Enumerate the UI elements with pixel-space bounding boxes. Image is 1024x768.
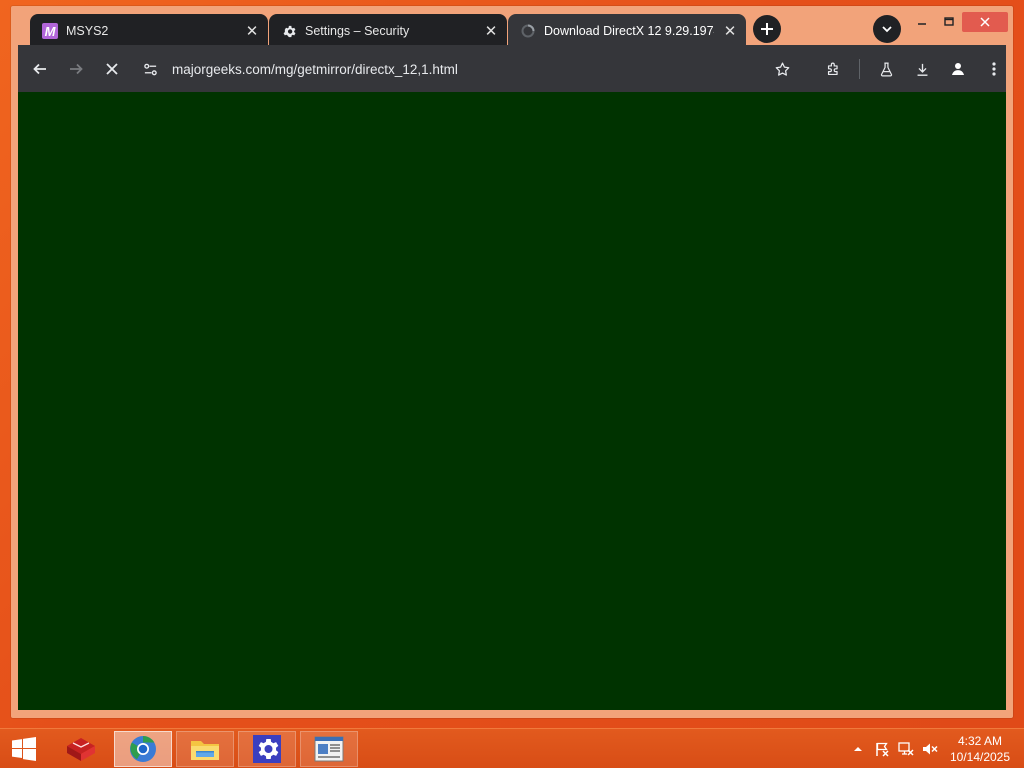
stop-loading-button[interactable] [100, 57, 124, 81]
close-icon[interactable]: ✕ [720, 21, 740, 41]
settings-gear-icon [253, 735, 281, 763]
person-icon [952, 63, 964, 75]
forward-button[interactable] [64, 57, 88, 81]
tab-title: Settings – Security [305, 24, 410, 38]
plus-icon [761, 23, 773, 35]
close-icon [980, 17, 990, 27]
gear-icon [281, 23, 297, 39]
loading-spinner-icon [520, 23, 536, 39]
close-window-button[interactable] [962, 12, 1008, 32]
puzzle-piece-icon [827, 62, 838, 75]
browser-window: M MSYS2 ✕ Settings – Security ✕ Download… [11, 6, 1013, 718]
tab-msys2[interactable]: M MSYS2 ✕ [30, 14, 268, 48]
downloads-button[interactable] [910, 57, 934, 81]
document-window-icon [314, 736, 344, 762]
red-box-app-icon [67, 738, 95, 761]
maximize-icon [944, 17, 954, 26]
network-disconnected-icon[interactable] [898, 741, 914, 757]
browser-menu-button[interactable] [982, 57, 1006, 81]
address-bar-url[interactable]: majorgeeks.com/mg/getmirror/directx_12,1… [172, 62, 458, 77]
chevron-down-icon [882, 26, 892, 33]
minimize-icon [918, 23, 926, 25]
clock-date: 10/14/2025 [949, 750, 1011, 764]
svg-text:M: M [45, 24, 57, 39]
new-tab-button[interactable] [753, 15, 781, 43]
back-button[interactable] [28, 57, 52, 81]
tab-title: Download DirectX 12 9.29.1974 [544, 24, 714, 38]
tab-strip: M MSYS2 ✕ Settings – Security ✕ Download… [11, 6, 1013, 48]
taskbar: 4:32 AM 10/14/2025 [0, 728, 1024, 768]
tab-download-directx[interactable]: Download DirectX 12 9.29.1974 ✕ [508, 14, 746, 48]
taskbar-app-file-explorer[interactable] [176, 731, 234, 767]
volume-muted-icon[interactable] [922, 741, 938, 757]
flask-icon [880, 62, 892, 76]
extensions-button[interactable] [821, 57, 845, 81]
tab-title: MSYS2 [66, 24, 109, 38]
chevron-up-icon [854, 747, 862, 751]
taskbar-app-chrome[interactable] [114, 731, 172, 767]
star-icon [775, 61, 789, 76]
tab-settings-security[interactable]: Settings – Security ✕ [269, 14, 507, 48]
action-center-flag-icon[interactable] [874, 741, 890, 757]
close-icon [106, 63, 118, 75]
taskbar-clock[interactable]: 4:32 AM 10/14/2025 [944, 733, 1016, 765]
browser-toolbar: majorgeeks.com/mg/getmirror/directx_12,1… [18, 45, 1006, 92]
minimize-button[interactable] [908, 12, 936, 32]
page-content[interactable] [18, 92, 1006, 710]
arrow-left-icon [33, 63, 46, 75]
labs-button[interactable] [874, 57, 898, 81]
profile-button[interactable] [946, 57, 970, 81]
folder-icon [191, 741, 219, 760]
chrome-browser-icon [130, 735, 156, 762]
msys2-logo-icon: M [42, 23, 58, 39]
bookmark-star-button[interactable] [770, 57, 794, 81]
maximize-button[interactable] [935, 12, 963, 32]
kebab-menu-icon [992, 62, 996, 76]
taskbar-app-document-viewer[interactable] [300, 731, 358, 767]
download-icon [917, 63, 927, 76]
taskbar-app-settings[interactable] [238, 731, 296, 767]
show-hidden-icons-button[interactable] [850, 741, 866, 757]
clock-time: 4:32 AM [957, 734, 1003, 748]
taskbar-app-1[interactable] [52, 731, 110, 767]
close-icon[interactable]: ✕ [242, 21, 262, 41]
tab-search-button[interactable] [873, 15, 901, 43]
site-info-icon[interactable] [142, 61, 158, 77]
start-button[interactable] [0, 731, 48, 767]
windows-logo-icon [12, 737, 36, 761]
arrow-right-icon [70, 63, 83, 75]
close-icon[interactable]: ✕ [481, 21, 501, 41]
toolbar-separator [859, 59, 860, 79]
